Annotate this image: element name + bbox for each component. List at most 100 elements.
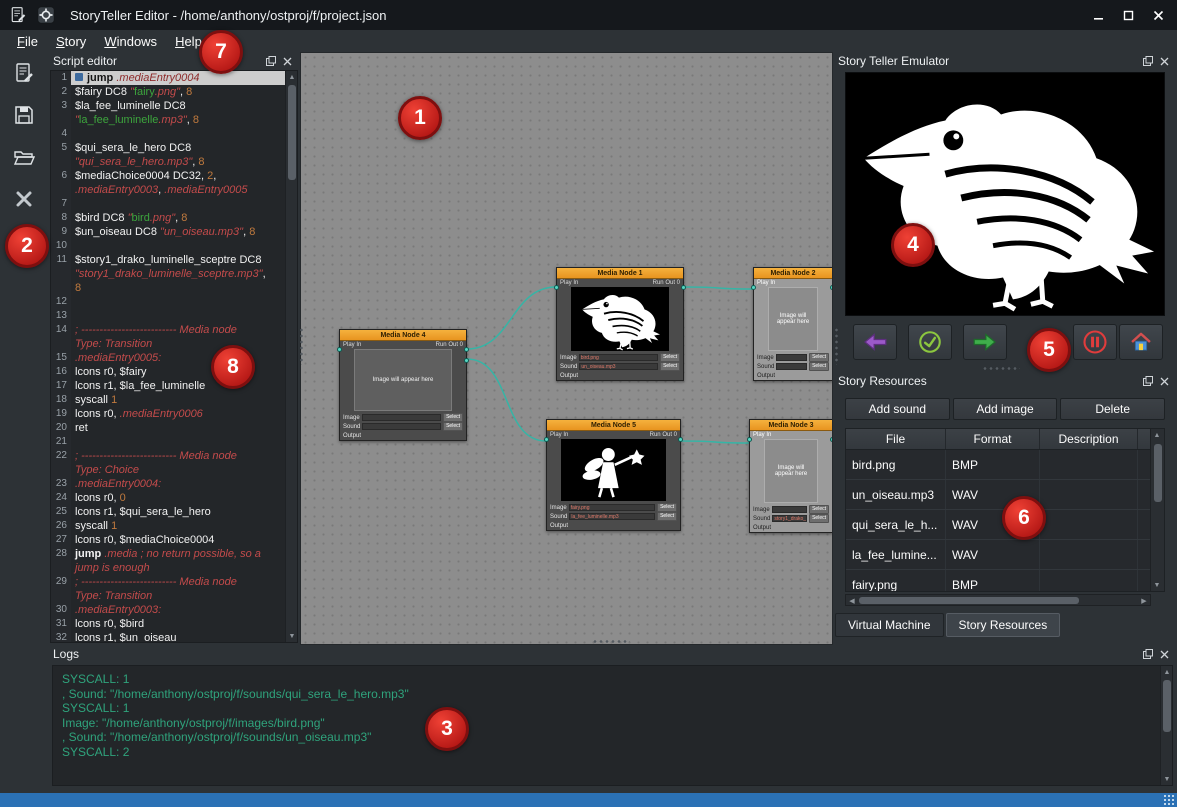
node-title[interactable]: Media Node 5: [547, 420, 680, 431]
splitter-canvas-right[interactable]: [834, 327, 839, 365]
ok-button[interactable]: [908, 324, 952, 360]
code-line[interactable]: 28jump .media ; no return possible, so a: [51, 547, 285, 561]
open-project-button[interactable]: [8, 142, 40, 172]
code-line[interactable]: "qui_sera_le_hero.mp3", 8: [51, 155, 285, 169]
code-line[interactable]: .mediaEntry0003, .mediaEntry0005: [51, 183, 285, 197]
table-horizontal-scrollbar[interactable]: ◀ ▶: [845, 594, 1151, 606]
select-button[interactable]: Select: [809, 362, 829, 371]
node-title[interactable]: Media Node 1: [557, 268, 683, 279]
scrollbar-thumb[interactable]: [1163, 680, 1171, 732]
code-line[interactable]: Type: Choice: [51, 463, 285, 477]
table-row[interactable]: la_fee_lumine...WAV: [846, 540, 1164, 570]
pause-button[interactable]: [1073, 324, 1117, 360]
close-dock-icon[interactable]: [280, 54, 295, 68]
next-button[interactable]: [963, 324, 1007, 360]
code-line[interactable]: 8: [51, 281, 285, 295]
node-canvas[interactable]: Media Node 4Play InRun Out 0Image will a…: [300, 52, 833, 645]
code-line[interactable]: 30.mediaEntry0003:: [51, 603, 285, 617]
close-dock-icon[interactable]: [1157, 374, 1172, 388]
table-row[interactable]: fairy.pngBMP: [846, 570, 1164, 592]
output-pin[interactable]: [464, 358, 469, 363]
node-title[interactable]: Media Node 4: [340, 330, 466, 341]
close-dock-icon[interactable]: [1157, 647, 1172, 661]
code-line[interactable]: 20ret: [51, 421, 285, 435]
media-node[interactable]: Media Node 4Play InRun Out 0Image will a…: [339, 329, 467, 441]
select-button[interactable]: Select: [443, 413, 463, 422]
code-line[interactable]: jump is enough: [51, 561, 285, 575]
splitter-canvas-logs[interactable]: [592, 639, 630, 644]
close-dock-icon[interactable]: [1157, 54, 1172, 68]
scroll-down-icon[interactable]: ▼: [1161, 773, 1173, 785]
node-connection[interactable]: [684, 287, 753, 289]
column-header-file[interactable]: File: [846, 429, 946, 449]
node-connection[interactable]: [467, 287, 556, 349]
script-editor-dock-titlebar[interactable]: Script editor: [48, 52, 300, 70]
code-line[interactable]: 9$un_oiseau DC8 "un_oiseau.mp3", 8: [51, 225, 285, 239]
table-row[interactable]: bird.pngBMP: [846, 450, 1164, 480]
select-button[interactable]: Select: [809, 353, 829, 362]
code-line[interactable]: 12: [51, 295, 285, 309]
menu-story[interactable]: Story: [47, 32, 95, 51]
output-pin[interactable]: [464, 347, 469, 352]
column-header-format[interactable]: Format: [946, 429, 1040, 449]
splitter-editor-canvas[interactable]: [299, 327, 304, 365]
code-line[interactable]: 4: [51, 127, 285, 141]
code-line[interactable]: 3$la_fee_luminelle DC8: [51, 99, 285, 113]
code-line[interactable]: 8$bird DC8 "bird.png", 8: [51, 211, 285, 225]
code-line[interactable]: 7: [51, 197, 285, 211]
code-line[interactable]: Type: Transition: [51, 337, 285, 351]
output-pin[interactable]: [681, 285, 686, 290]
titlebar[interactable]: StoryTeller Editor - /home/anthony/ostpr…: [0, 0, 1177, 30]
scroll-down-icon[interactable]: ▼: [1151, 579, 1163, 591]
scrollbar-thumb[interactable]: [1154, 444, 1162, 502]
code-line[interactable]: 14; -------------------------- Media nod…: [51, 323, 285, 337]
float-dock-icon[interactable]: [1140, 647, 1155, 661]
float-dock-icon[interactable]: [263, 54, 278, 68]
column-header-description[interactable]: Description: [1040, 429, 1138, 449]
splitter-emulator-resources[interactable]: [982, 366, 1020, 371]
home-button[interactable]: [1119, 324, 1163, 360]
code-line[interactable]: 22; -------------------------- Media nod…: [51, 449, 285, 463]
code-line[interactable]: 24lcons r0, 0: [51, 491, 285, 505]
input-pin[interactable]: [747, 437, 752, 442]
code-line[interactable]: 19lcons r0, .mediaEntry0006: [51, 407, 285, 421]
scroll-right-icon[interactable]: ▶: [1138, 595, 1150, 606]
emulator-dock-titlebar[interactable]: Story Teller Emulator: [833, 52, 1177, 70]
minimize-button[interactable]: [1083, 3, 1113, 27]
code-line[interactable]: Type: Transition: [51, 589, 285, 603]
close-project-button[interactable]: [8, 184, 40, 214]
code-line[interactable]: 18syscall 1: [51, 393, 285, 407]
node-title[interactable]: Media Node 2: [754, 268, 832, 279]
input-pin[interactable]: [337, 347, 342, 352]
input-pin[interactable]: [751, 285, 756, 290]
select-button[interactable]: Select: [443, 422, 463, 431]
media-node[interactable]: Media Node 1Play InRun Out 0Imagebird.pn…: [556, 267, 684, 381]
code-line[interactable]: 21: [51, 435, 285, 449]
editor-scrollbar[interactable]: ▲ ▼: [285, 71, 297, 642]
tab-story-resources[interactable]: Story Resources: [946, 613, 1061, 637]
node-title[interactable]: Media Node 3: [750, 420, 832, 431]
tab-virtual-machine[interactable]: Virtual Machine: [835, 613, 944, 637]
scroll-up-icon[interactable]: ▲: [1151, 429, 1163, 441]
select-button[interactable]: Select: [660, 362, 680, 371]
table-vertical-scrollbar[interactable]: ▲ ▼: [1150, 429, 1164, 591]
menu-windows[interactable]: Windows: [95, 32, 166, 51]
code-line[interactable]: 32lcons r1, $un_oiseau: [51, 631, 285, 642]
add-sound-button[interactable]: Add sound: [845, 398, 950, 420]
code-line[interactable]: 10: [51, 239, 285, 253]
code-line[interactable]: "story1_drako_luminelle_sceptre.mp3",: [51, 267, 285, 281]
code-line[interactable]: 26syscall 1: [51, 519, 285, 533]
scroll-up-icon[interactable]: ▲: [286, 71, 298, 83]
add-image-button[interactable]: Add image: [953, 398, 1058, 420]
logs-output[interactable]: SYSCALL: 1 , Sound: "/home/anthony/ostpr…: [52, 665, 1173, 786]
scroll-left-icon[interactable]: ◀: [846, 595, 858, 606]
delete-button[interactable]: Delete: [1060, 398, 1165, 420]
code-line[interactable]: 23.mediaEntry0004:: [51, 477, 285, 491]
node-connection[interactable]: [681, 441, 749, 443]
code-line[interactable]: 5$qui_sera_le_hero DC8: [51, 141, 285, 155]
code-line[interactable]: 11$story1_drako_luminelle_sceptre DC8: [51, 253, 285, 267]
float-dock-icon[interactable]: [1140, 54, 1155, 68]
menu-file[interactable]: File: [8, 32, 47, 51]
code-line[interactable]: 25lcons r1, $qui_sera_le_hero: [51, 505, 285, 519]
scrollbar-thumb[interactable]: [859, 597, 1079, 604]
